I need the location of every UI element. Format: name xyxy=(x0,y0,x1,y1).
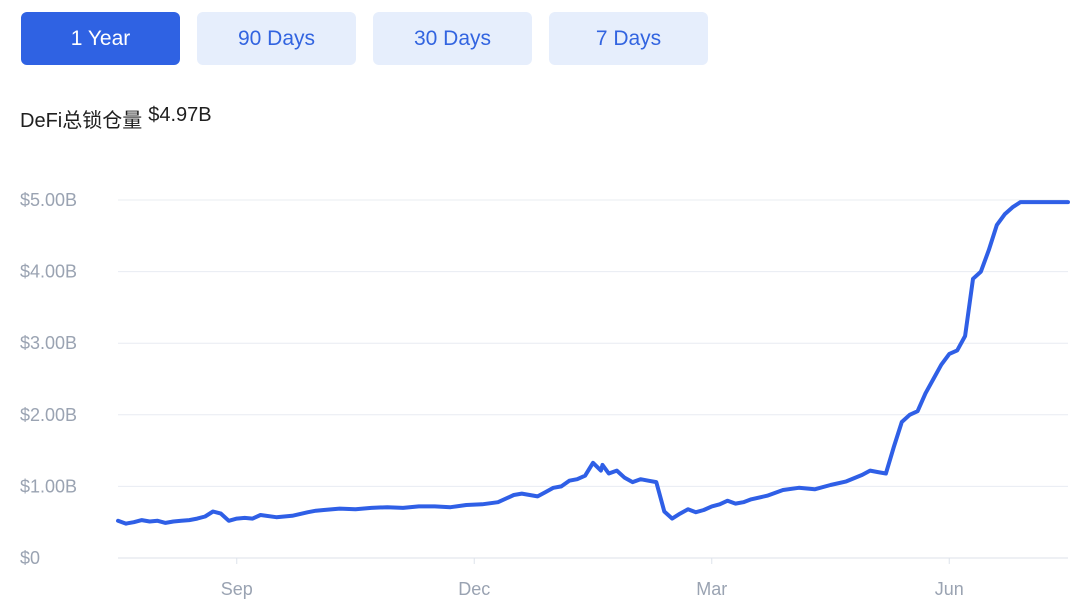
x-tick-label: Jun xyxy=(935,579,964,599)
tab-30-days[interactable]: 30 Days xyxy=(373,12,532,65)
tvl-summary: DeFi总锁仓量 $4.97B xyxy=(20,104,212,133)
tab-1-year[interactable]: 1 Year xyxy=(21,12,180,65)
y-tick-label: $5.00B xyxy=(20,190,77,210)
x-tick-label: Dec xyxy=(458,579,490,599)
time-range-tabs: 1 Year 90 Days 30 Days 7 Days xyxy=(21,12,708,65)
tvl-label: DeFi总锁仓量 xyxy=(20,110,143,132)
y-tick-label: $2.00B xyxy=(20,405,77,425)
tab-7-days[interactable]: 7 Days xyxy=(549,12,708,65)
tvl-line-chart: $0 $1.00B $2.00B $3.00B $4.00B $5.00B Sep Dec Ma… xyxy=(20,190,1070,599)
y-tick-label: $1.00B xyxy=(20,476,77,496)
x-tick-label: Sep xyxy=(221,579,253,599)
y-tick-label: $0 xyxy=(20,548,40,568)
x-tick-label: Mar xyxy=(696,579,727,599)
tvl-series-line xyxy=(116,200,1070,526)
y-tick-label: $3.00B xyxy=(20,333,77,353)
tvl-value: $4.97B xyxy=(148,104,212,126)
y-tick-label: $4.00B xyxy=(20,262,77,282)
tab-90-days[interactable]: 90 Days xyxy=(197,12,356,65)
